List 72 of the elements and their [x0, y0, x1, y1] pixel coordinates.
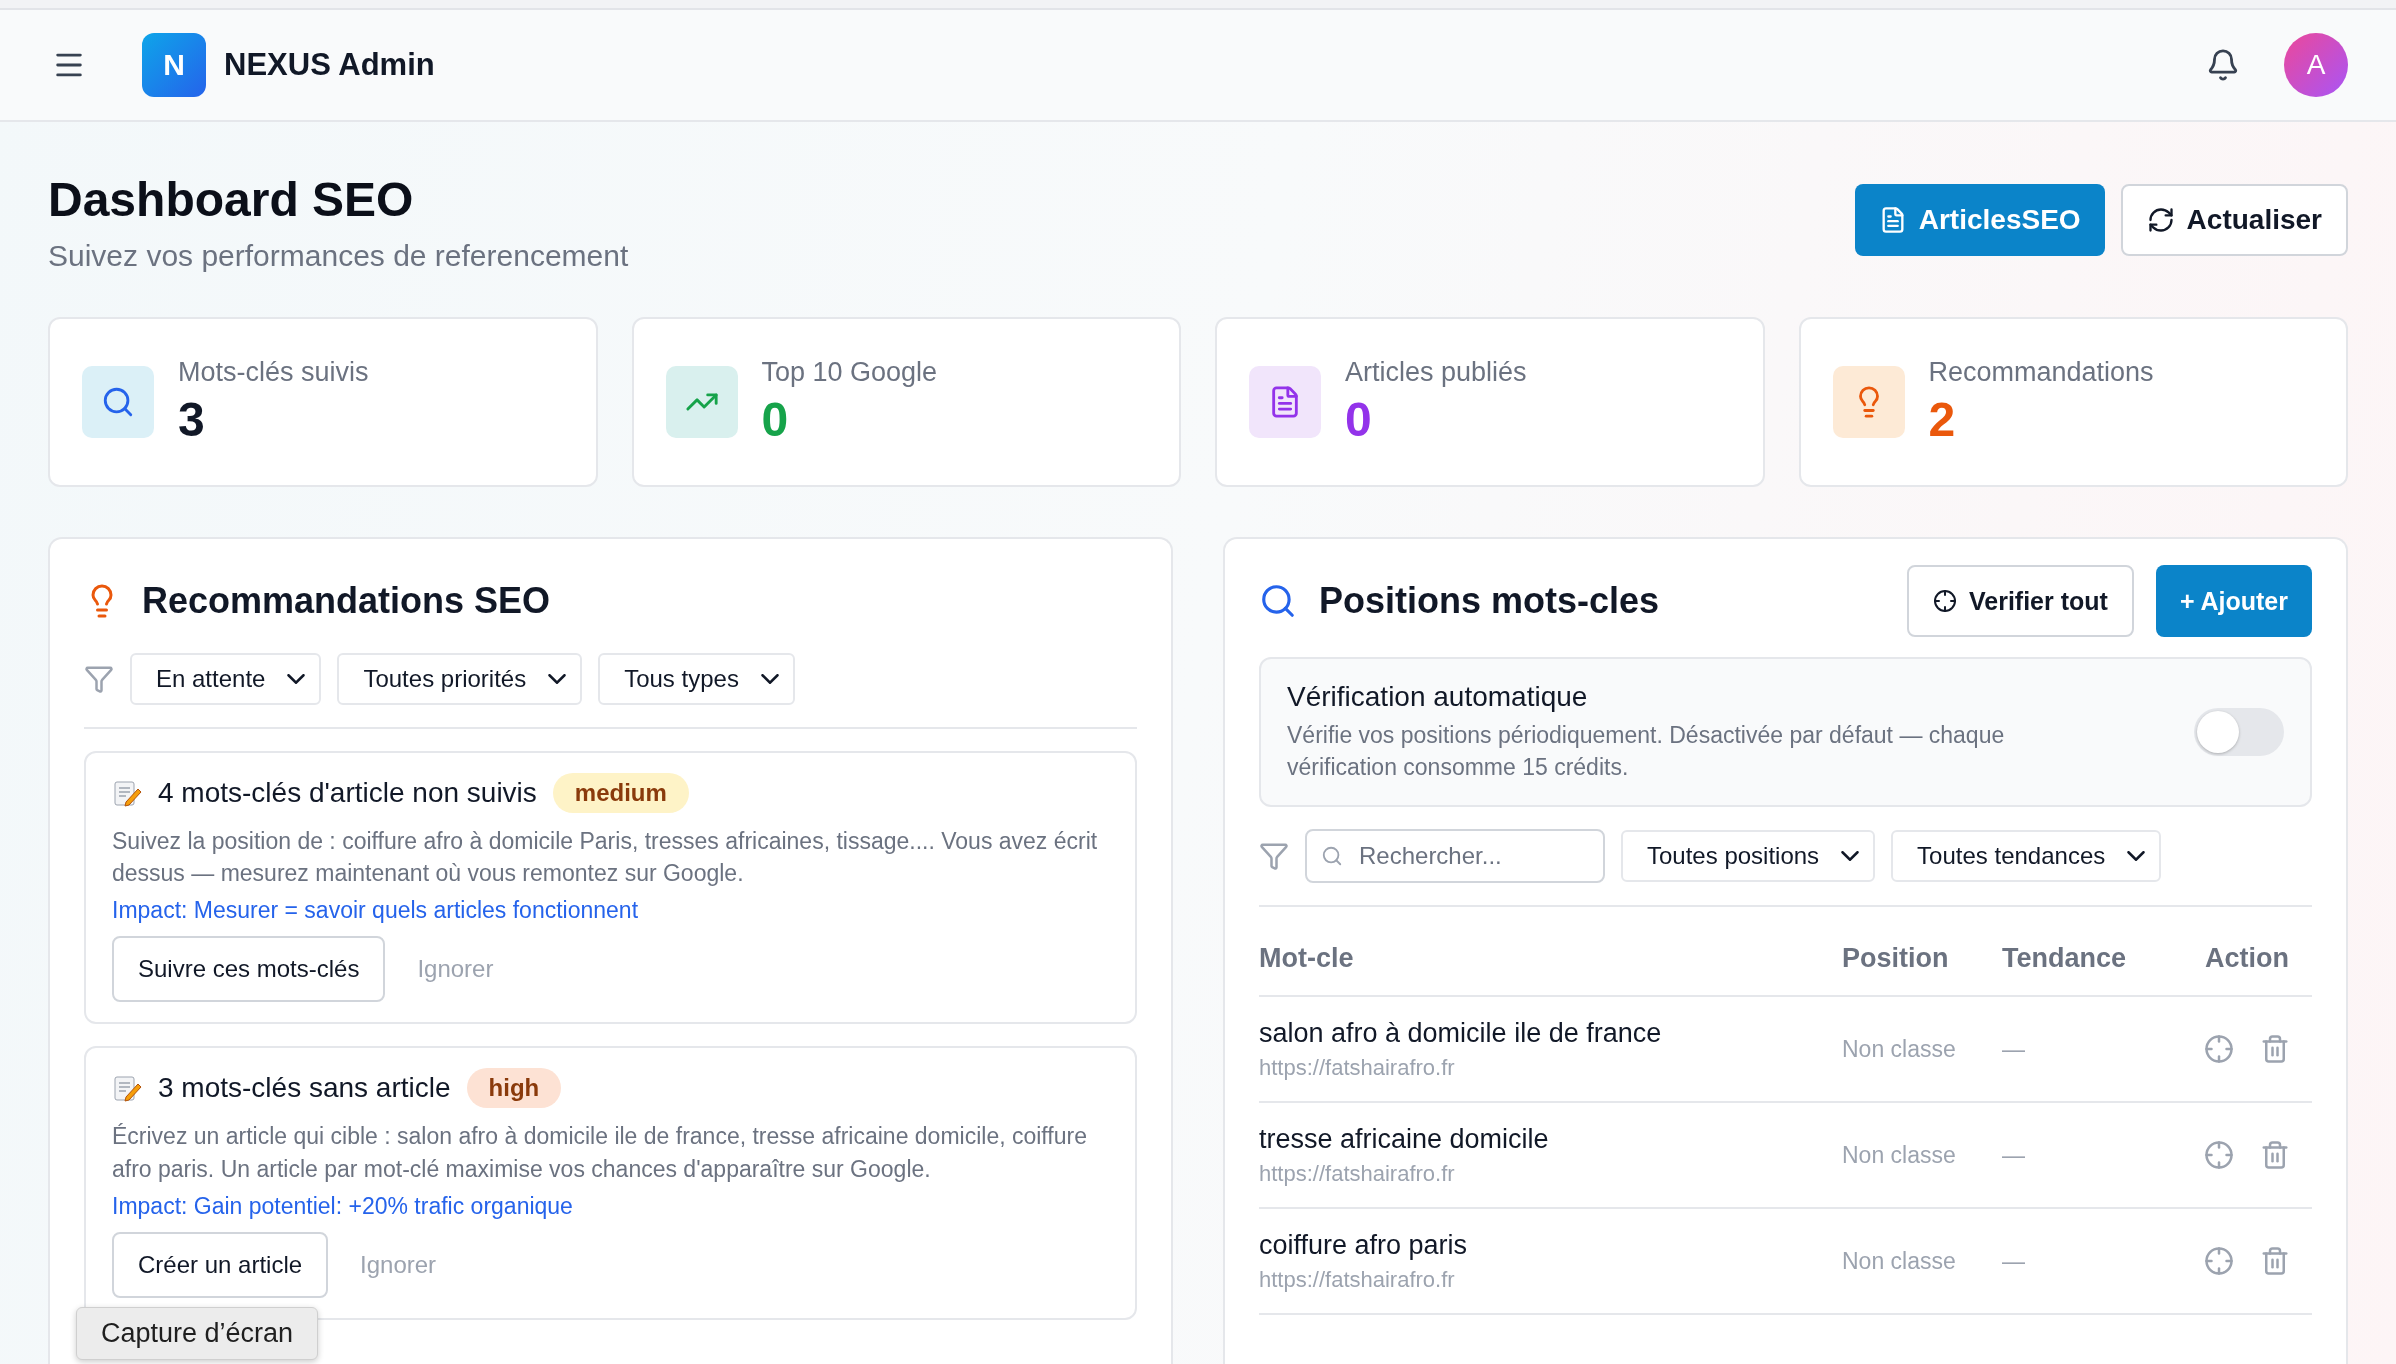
column-header: Mot-cle	[1259, 942, 1355, 974]
column-header: Position	[1842, 942, 1950, 974]
url-text: https://fatshairafro.fr	[1259, 1054, 1456, 1081]
stat-value: 0	[761, 392, 790, 447]
memo-icon	[112, 1073, 142, 1104]
trend-text: —	[2002, 1141, 2026, 1169]
filter-select[interactable]: En attente	[130, 653, 322, 705]
crosshair-icon	[1932, 589, 1957, 613]
stat-value: 0	[1345, 392, 1373, 447]
idea-icon	[1832, 366, 1905, 438]
filter-select[interactable]: Toutes positions	[1621, 830, 1876, 883]
filter-select[interactable]: Toutes priorités	[337, 653, 583, 705]
trend-text: —	[2002, 1247, 2026, 1275]
keyword-text: coiffure afro paris	[1259, 1229, 1469, 1261]
page-title: Dashboard SEO	[48, 172, 415, 227]
impact-text: Impact: Gain potentiel: +20% trafic organique	[112, 1192, 574, 1220]
filter-icon	[84, 664, 114, 694]
panel-title: Recommandations SEO	[142, 580, 551, 622]
stat-value: 2	[1928, 392, 1957, 447]
recommendation-title: 4 mots-clés d'article non suivis	[158, 777, 537, 809]
action-button[interactable]: Créer un article	[112, 1231, 329, 1298]
recommendation-description: Suivez la position de : coiffure afro à domicile Paris, tresses africaines, tissage.... Vous avez écrit dessus — mesurez maintenant où vous remontez sur Google.	[112, 827, 1099, 889]
action-button[interactable]: Suivre ces mots-clés	[112, 936, 386, 1003]
chevron-down-icon	[2127, 851, 2146, 862]
column-header: Action	[2204, 942, 2290, 974]
filter-icon	[1259, 841, 1289, 872]
search-icon	[1259, 582, 1297, 620]
position-text: Non classe	[1842, 1141, 1957, 1169]
article-icon	[1249, 366, 1321, 438]
position-text: Non classe	[1842, 1035, 1957, 1063]
search-field[interactable]: Rechercher...	[1305, 829, 1605, 884]
search-icon	[1321, 845, 1343, 868]
stat-value: 3	[178, 392, 206, 447]
page-subtitle: Suivez vos performances de referencement	[48, 239, 629, 273]
position-text: Non classe	[1842, 1247, 1957, 1275]
stat-label: Top 10 Google	[761, 357, 938, 388]
url-text: https://fatshairafro.fr	[1259, 1160, 1456, 1187]
chevron-down-icon	[548, 674, 567, 684]
stat-label: Mots-clés suivis	[178, 357, 369, 388]
refresh-button[interactable]: Actualiser	[2120, 184, 2348, 256]
app-logo: N	[142, 33, 206, 97]
column-header: Tendance	[2002, 942, 2128, 974]
tooltip: Capture d’écran	[76, 1307, 319, 1360]
recommendation-title: 3 mots-clés sans article	[158, 1072, 451, 1105]
verify-all-button[interactable]: Verifier tout	[1906, 565, 2134, 637]
app-name: NEXUS Admin	[224, 47, 435, 83]
keyword-text: tresse africaine domicile	[1259, 1123, 1550, 1155]
impact-text: Impact: Mesurer = savoir quels articles fonctionnent	[112, 897, 640, 925]
refresh-icon	[2146, 206, 2175, 234]
keyword-text: salon afro à domicile ile de france	[1259, 1017, 1663, 1049]
stat-label: Articles publiés	[1345, 357, 1527, 388]
chevron-down-icon	[1841, 851, 1860, 862]
auto-check-description: Vérifie vos positions périodiquement. Désactivée par défaut — chaque vérification consomme 15 crédits.	[1287, 721, 2006, 783]
chevron-down-icon	[760, 674, 779, 684]
search-icon	[82, 366, 154, 438]
stat-label: Recommandations	[1928, 357, 2154, 388]
priority-badge: high	[466, 1068, 562, 1109]
panel-title: Positions mots-cles	[1319, 580, 1660, 622]
filter-select[interactable]: Tous types	[598, 653, 795, 705]
chevron-down-icon	[287, 674, 306, 684]
user-avatar[interactable]: A	[2284, 33, 2348, 97]
trend-icon	[665, 366, 738, 438]
articles-button[interactable]: ArticlesSEO	[1854, 184, 2105, 256]
add-button[interactable]: + Ajouter	[2155, 565, 2312, 637]
filter-select[interactable]: Toutes tendances	[1891, 830, 2162, 883]
toggle-switch[interactable]	[2194, 708, 2284, 757]
memo-icon	[112, 778, 142, 808]
priority-badge: medium	[552, 773, 689, 813]
auto-check-title: Vérification automatique	[1287, 681, 1589, 713]
url-text: https://fatshairafro.fr	[1259, 1266, 1456, 1293]
recommendation-description: Écrivez un article qui cible : salon afro à domicile ile de france, tresse africaine domicile, coiffure afro paris. Un article par mot-clé maximise vos chances d'apparaître sur Google.	[112, 1122, 1088, 1184]
trend-text: —	[2002, 1035, 2026, 1063]
